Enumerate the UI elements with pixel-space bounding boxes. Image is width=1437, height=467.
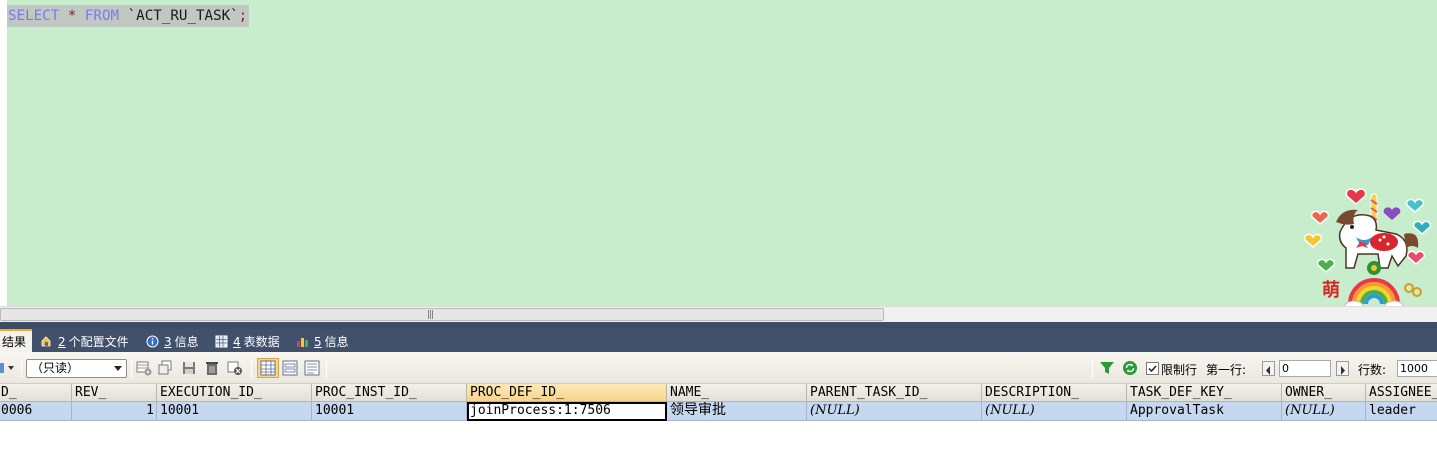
result-grid: D_ REV_ EXECUTION_ID_ PROC_INST_ID_ PROC… [0,384,1437,424]
table-icon [215,335,228,348]
table-cell[interactable]: 0006 [0,402,72,421]
table-row[interactable]: 0006 1 10001 10001 joinProcess:1:7506 领导… [0,402,1437,421]
editor-horizontal-scrollbar[interactable]: ||| [0,306,1437,322]
grid-view-icon[interactable] [257,358,279,378]
refresh-icon[interactable] [1122,360,1138,376]
duplicate-row-icon[interactable] [158,360,174,376]
scrollbar-thumb[interactable]: ||| [0,308,884,321]
tab-profiles[interactable]: 2 个配置文件 [34,331,135,352]
cancel-changes-icon[interactable] [227,360,243,376]
form-view-icon[interactable] [282,360,298,376]
first-row-input[interactable]: 0 [1279,360,1331,377]
column-header-selected[interactable]: PROC_DEF_ID_ [467,384,667,402]
toolbar-separator [326,359,327,378]
column-header[interactable]: OWNER_ [1282,384,1366,402]
table-cell-focused[interactable]: joinProcess:1:7506 [467,402,667,421]
table-cell-null[interactable]: (NULL) [807,402,982,421]
previous-page-button[interactable] [1262,361,1275,376]
limit-rows-checkbox[interactable] [1146,362,1159,375]
insert-row-icon[interactable] [136,360,152,376]
info-icon [146,335,159,348]
heart-pink-icon [1406,250,1426,265]
first-row-label: 第一行: [1206,363,1247,377]
save-icon[interactable] [181,360,197,376]
result-mode-select[interactable]: （只读） [26,359,127,378]
column-header[interactable]: DESCRIPTION_ [982,384,1127,402]
grip-icon: ||| [427,310,434,320]
profile-icon [40,335,53,348]
sql-semicolon: ; [238,8,248,24]
sql-keyword-select: SELECT [8,8,60,24]
table-cell[interactable]: 领导审批 [667,402,807,421]
heart-green-icon [1316,258,1336,273]
row-count-input[interactable]: 1000 [1397,360,1437,377]
table-cell-null[interactable]: (NULL) [982,402,1127,421]
heart-teal-icon [1405,198,1425,213]
toolbar-separator [131,359,132,378]
next-page-button[interactable] [1336,361,1349,376]
tab-results[interactable]: 结果 [0,329,32,352]
heart-red-icon [1345,188,1367,206]
table-cell[interactable]: ApprovalTask [1127,402,1282,421]
column-header[interactable]: TASK_DEF_KEY_ [1127,384,1282,402]
sql-editor[interactable]: SELECT * FROM `ACT_RU_TASK`; 萌 ||| [0,0,1437,322]
sql-star: * [67,8,77,24]
export-dropdown-icon[interactable] [0,360,16,376]
toolbar-separator [251,359,252,378]
sql-table-name: `ACT_RU_TASK` [127,8,239,24]
table-cell[interactable]: 10001 [157,402,312,421]
pane-splitter[interactable] [0,322,1437,329]
result-tab-bar: 结果 2 个配置文件 3 信息 4 表数据 5 信息 [0,329,1437,352]
toolbar-separator [21,359,22,378]
tab-results-label: 结果 [2,335,27,349]
grid-header-row: D_ REV_ EXECUTION_ID_ PROC_INST_ID_ PROC… [0,384,1437,402]
column-header[interactable]: NAME_ [667,384,807,402]
sql-query-line[interactable]: SELECT * FROM `ACT_RU_TASK`; [7,5,250,27]
toolbar-separator [1092,359,1093,378]
heart-teal2-icon [1412,220,1432,235]
column-header[interactable]: PARENT_TASK_ID_ [807,384,982,402]
heart-coral-icon [1310,210,1330,225]
result-toolbar: （只读） 限制行 第一行: 0 行数: 1000 [0,352,1437,384]
chart-icon [296,335,309,348]
table-cell[interactable]: 1 [72,402,157,421]
delete-icon[interactable] [204,360,220,376]
editor-gutter [0,0,7,306]
column-header[interactable]: D_ [0,384,72,402]
column-header[interactable]: EXECUTION_ID_ [157,384,312,402]
svg-text:萌: 萌 [1322,279,1340,301]
filter-icon[interactable] [1099,360,1115,376]
heart-yellow-icon [1303,233,1323,248]
limit-rows-label: 限制行 [1161,363,1198,377]
column-header[interactable]: PROC_INST_ID_ [312,384,467,402]
heart-purple-icon [1383,207,1401,220]
column-header[interactable]: ASSIGNEE_ [1366,384,1437,402]
tab-info[interactable]: 3 信息 [140,331,205,352]
text-view-icon[interactable] [304,360,320,376]
table-cell-null[interactable]: (NULL) [1282,402,1366,421]
rocking-horse-sticker-icon: 萌 [1303,188,1432,312]
table-cell[interactable]: 10001 [312,402,467,421]
row-count-label: 行数: [1358,363,1387,377]
tab-table-data[interactable]: 4 表数据 [209,331,286,352]
chevron-down-icon [114,366,122,371]
column-header[interactable]: REV_ [72,384,157,402]
table-cell[interactable]: leader [1366,402,1437,421]
sql-keyword-from: FROM [84,8,120,24]
tab-info-2[interactable]: 5 信息 [290,331,355,352]
